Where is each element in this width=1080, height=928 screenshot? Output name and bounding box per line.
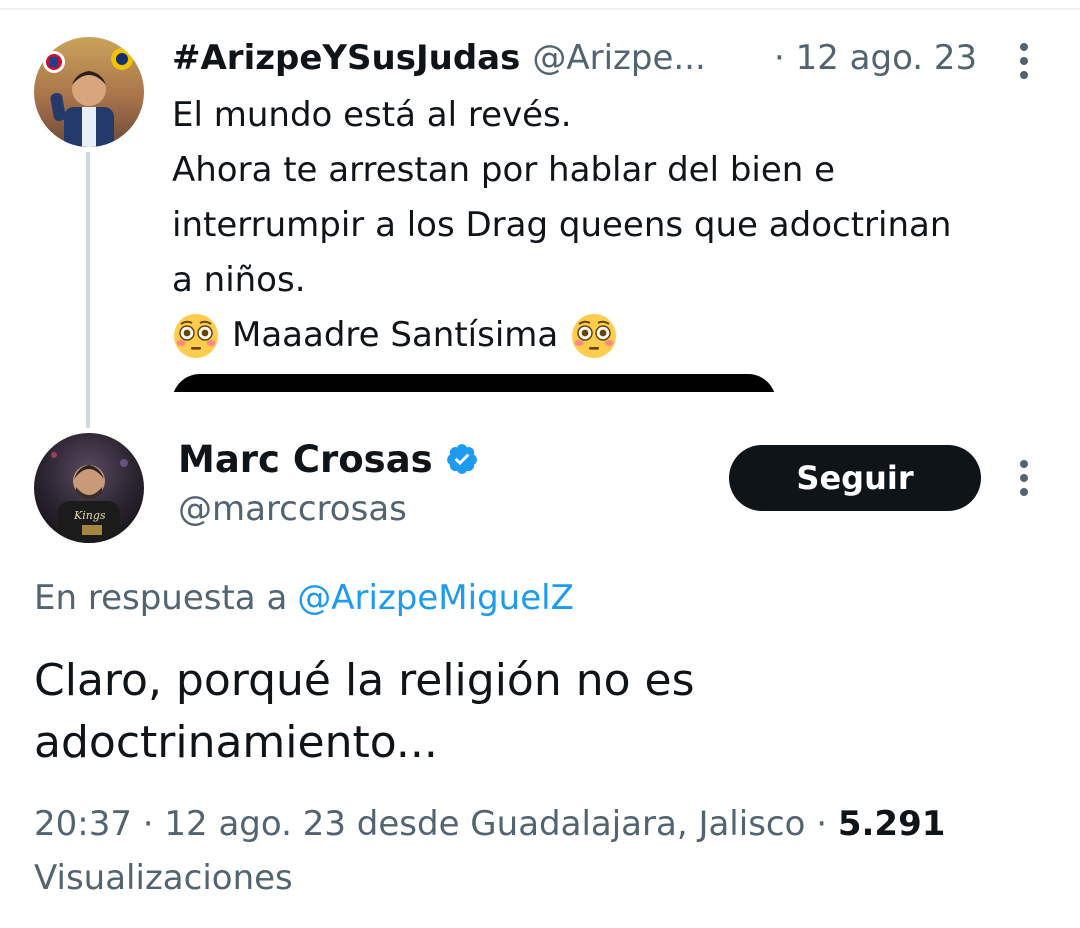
views-count: 5.291	[837, 804, 946, 844]
svg-text:Kings: Kings	[73, 509, 106, 522]
replying-to-prefix: En respuesta a	[34, 578, 288, 618]
tweet-metadata: 20:37 · 12 ago. 23 desde Guadalajara, Ja…	[34, 797, 1044, 905]
parent-tweet-header: #ArizpeYSusJudas @Arizpe...	[172, 30, 706, 86]
media-clip-mask	[150, 392, 850, 428]
parent-text-line: Ahora te arrestan por hablar del bien e	[172, 150, 836, 190]
flushed-face-emoji-icon	[172, 312, 220, 360]
reply-tweet-text: Claro, porqué la religión no es adoctrin…	[34, 650, 1034, 774]
more-vertical-icon[interactable]	[1019, 43, 1029, 79]
flushed-face-emoji-icon	[570, 312, 618, 360]
parent-display-name[interactable]: #ArizpeYSusJudas	[172, 38, 520, 78]
follow-button[interactable]: Seguir	[729, 445, 981, 511]
reply-author-name[interactable]: Marc Crosas	[178, 434, 479, 484]
parent-text-line: a niños.	[172, 260, 306, 300]
more-vertical-icon[interactable]	[1019, 460, 1029, 496]
parent-text-line-emoji: Maaadre Santísima	[172, 308, 1052, 363]
reply-display-name[interactable]: Marc Crosas	[178, 438, 433, 481]
parent-text-line: El mundo está al revés.	[172, 95, 572, 135]
replying-to: En respuesta a @ArizpeMiguelZ	[34, 572, 574, 624]
avatar-marc-crosas[interactable]: Kings	[34, 433, 144, 543]
top-divider	[0, 8, 1080, 10]
timestamp-location[interactable]: 20:37 · 12 ago. 23 desde Guadalajara, Ja…	[34, 804, 838, 844]
parent-handle[interactable]: @Arizpe...	[532, 38, 705, 78]
replying-to-mention-link[interactable]: @ArizpeMiguelZ	[297, 578, 574, 618]
reply-handle[interactable]: @marccrosas	[178, 486, 407, 532]
parent-text-last-line: Maaadre Santísima	[232, 315, 559, 355]
thread-connector	[86, 152, 90, 428]
parent-tweet-text: El mundo está al revés. Ahora te arresta…	[172, 88, 1052, 363]
parent-text-line: interrumpir a los Drag queens que adoctr…	[172, 205, 952, 245]
parent-tweet-date[interactable]: · 12 ago. 23	[774, 30, 977, 86]
verified-badge-icon	[445, 442, 479, 476]
reply-text-line: adoctrinamiento...	[34, 717, 438, 768]
avatar-arizpe[interactable]	[34, 37, 144, 147]
views-label: Visualizaciones	[34, 858, 293, 898]
reply-text-line: Claro, porqué la religión no es	[34, 655, 695, 706]
